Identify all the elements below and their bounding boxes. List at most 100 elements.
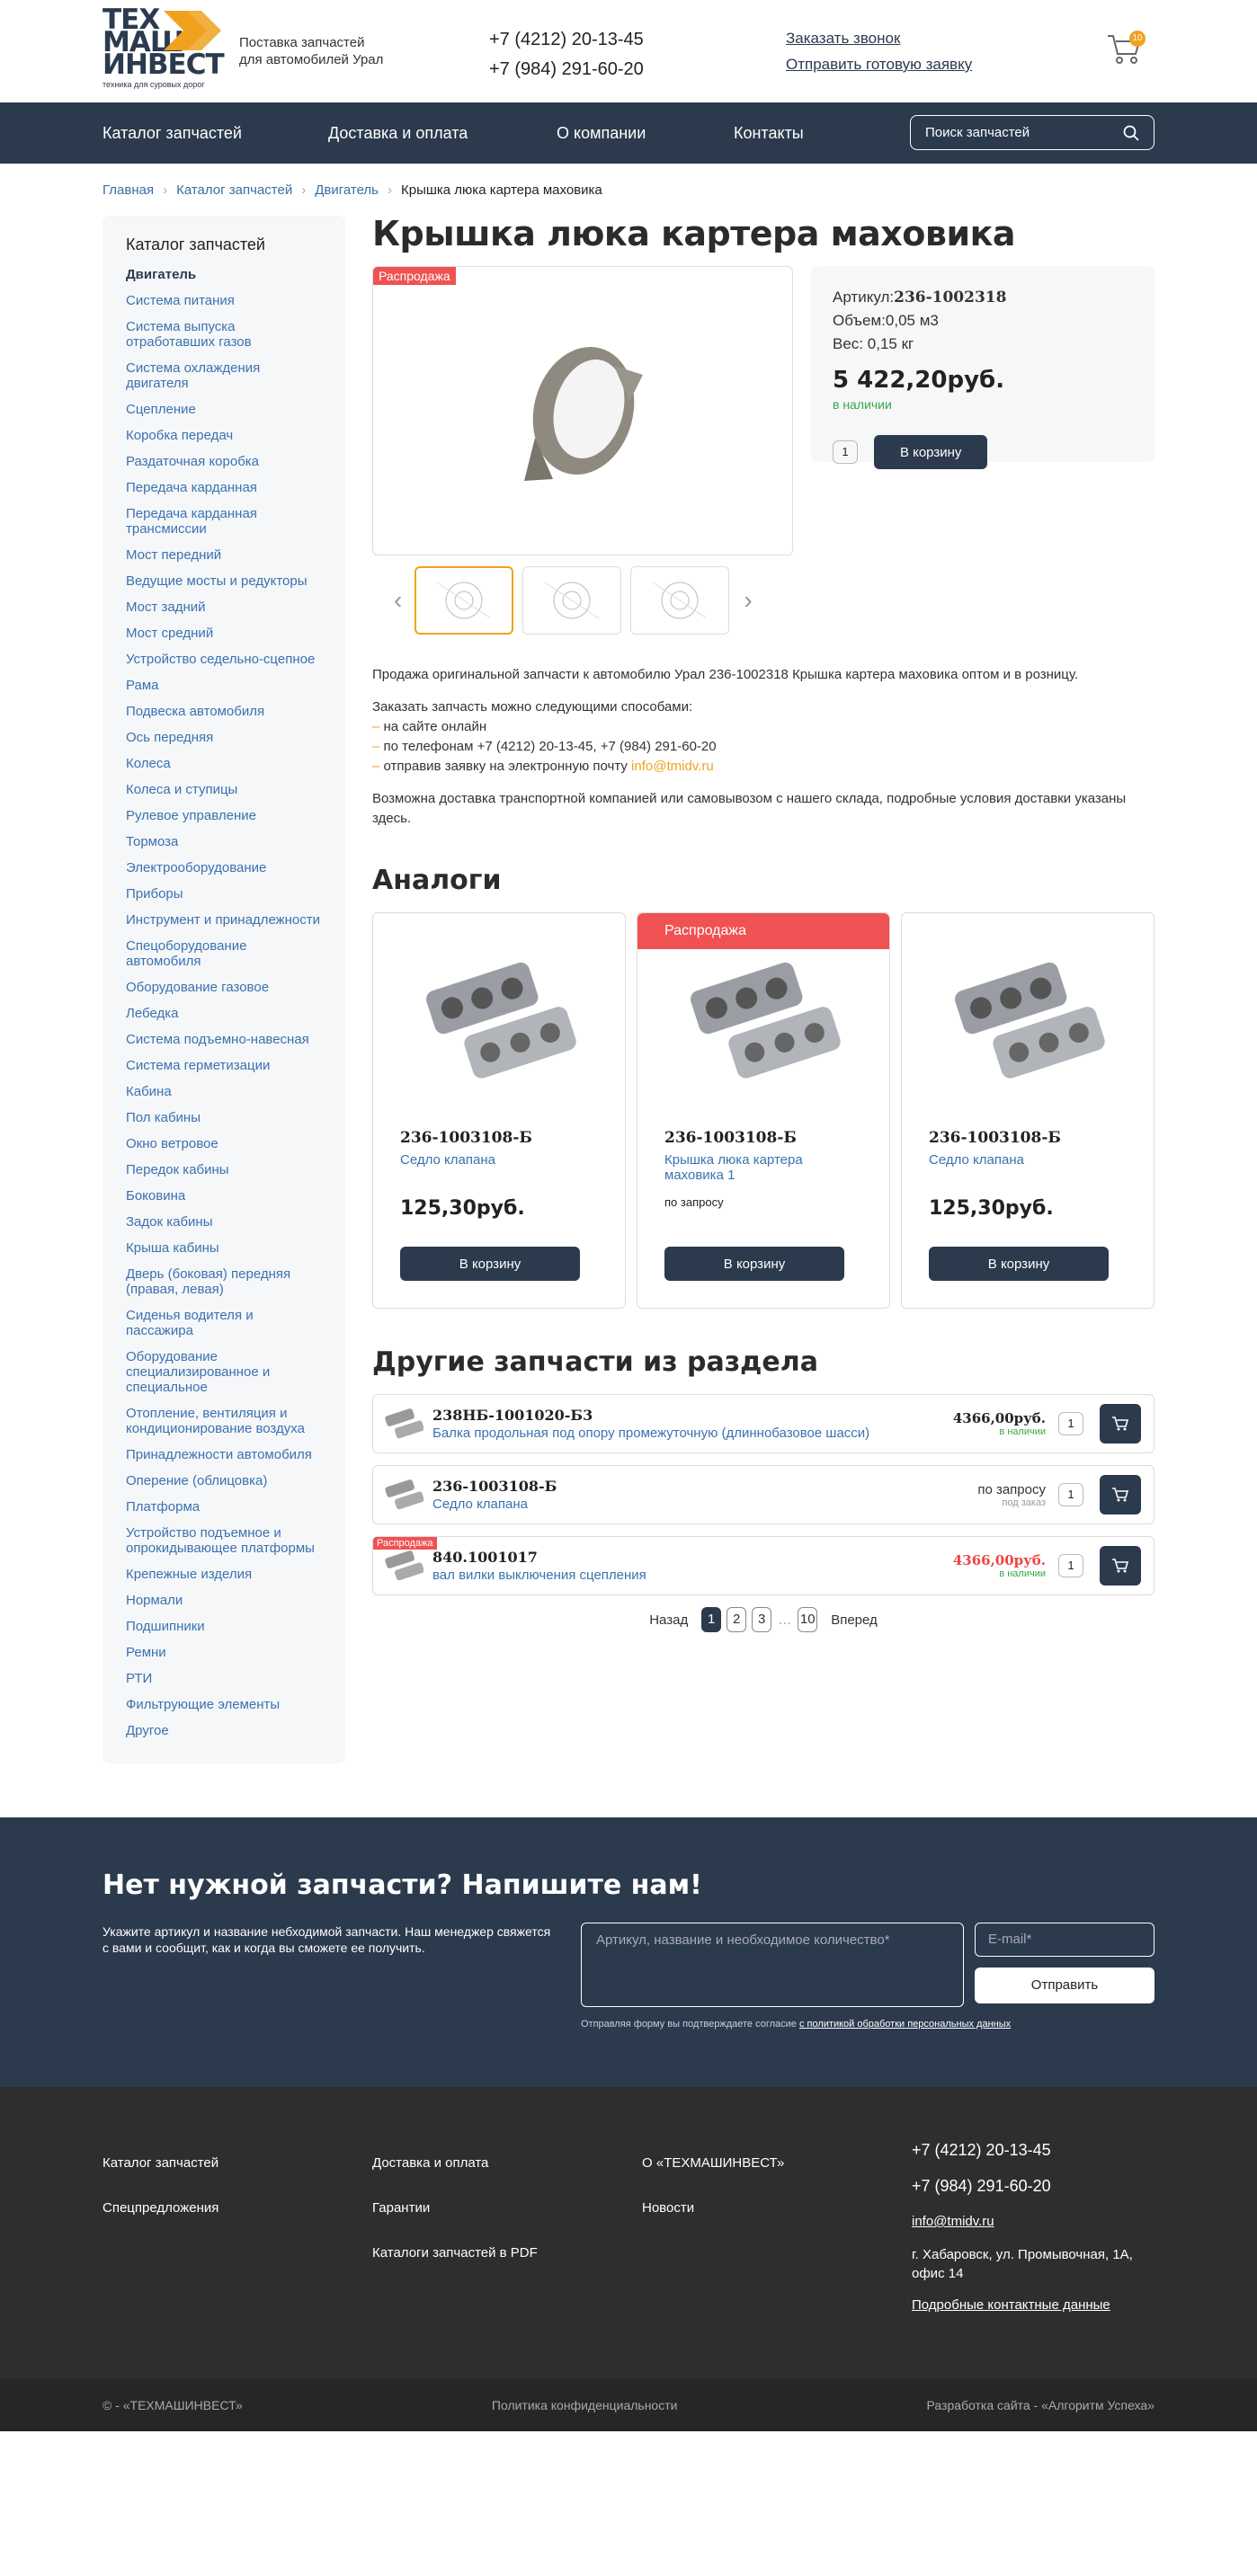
analog-card[interactable]: 236-1003108-Б Седло клапана 125,30руб. В ко…	[901, 912, 1154, 1309]
card-image[interactable]	[400, 913, 598, 1129]
pager-prev[interactable]: Назад	[649, 1612, 688, 1628]
sidebar-item[interactable]: Рама	[126, 672, 322, 698]
sidebar-item[interactable]: Крыша кабины	[126, 1235, 322, 1261]
nav-item-about[interactable]: О компании	[557, 124, 734, 143]
chevron-left-icon[interactable]: ‹	[394, 586, 402, 615]
footer-email-link[interactable]: info@tmidv.ru	[912, 2204, 1154, 2240]
search-icon[interactable]	[1123, 125, 1139, 141]
sidebar-item[interactable]: Ведущие мосты и редукторы	[126, 568, 322, 594]
item-image[interactable]	[384, 1404, 423, 1443]
thumbnail[interactable]	[630, 566, 730, 635]
email-field[interactable]: E-mail*	[975, 1923, 1154, 1957]
sidebar-item[interactable]: Задок кабины	[126, 1209, 322, 1235]
email-link[interactable]: info@tmidv.ru	[631, 759, 714, 774]
sidebar-item[interactable]: Мост задний	[126, 594, 322, 620]
add-to-cart-button[interactable]: В корзину	[664, 1247, 844, 1281]
sidebar-item[interactable]: Устройство седельно-сцепное	[126, 646, 322, 672]
sidebar-item[interactable]: Система питания	[126, 288, 322, 314]
sidebar-item[interactable]: Мост средний	[126, 620, 322, 646]
product-photo[interactable]: Распродажа	[372, 266, 793, 555]
footer-link[interactable]: Спецпредложения	[103, 2186, 218, 2231]
sidebar-item[interactable]: Кабина	[126, 1079, 322, 1105]
chevron-right-icon[interactable]: ›	[744, 586, 752, 615]
sidebar-item[interactable]: Подшипники	[126, 1613, 322, 1639]
pager-page[interactable]: 2	[727, 1607, 747, 1632]
nav-item-delivery[interactable]: Доставка и оплата	[328, 124, 557, 143]
card-name-link[interactable]: Седло клапана	[929, 1152, 1127, 1195]
sidebar-item[interactable]: Оборудование специализированное и специа…	[126, 1344, 322, 1400]
card-name-link[interactable]: Крышка люка картера маховика 1	[664, 1152, 862, 1195]
logo[interactable]: ТЕХ МАШ ИНВЕСТ техника для суровых дорог	[103, 6, 228, 92]
sidebar-item[interactable]: Отопление, вентиляция и кондиционировани…	[126, 1400, 322, 1442]
card-name-link[interactable]: Седло клапана	[400, 1152, 598, 1195]
sidebar-item[interactable]: Рулевое управление	[126, 803, 322, 829]
item-name-link[interactable]: Седло клапана	[432, 1497, 977, 1512]
phone-1[interactable]: +7 (4212) 20-13-45	[489, 25, 644, 55]
sidebar-item[interactable]: Электрооборудование	[126, 855, 322, 881]
sidebar-item[interactable]: Ремни	[126, 1639, 322, 1666]
sidebar-item[interactable]: Фильтрующие элементы	[126, 1692, 322, 1718]
sidebar-item[interactable]: Приборы	[126, 881, 322, 907]
pager-page[interactable]: 3	[752, 1607, 772, 1632]
sidebar-item[interactable]: Крепежные изделия	[126, 1561, 322, 1587]
pager-next[interactable]: Вперед	[831, 1612, 878, 1628]
sidebar-item[interactable]: Спецоборудование автомобиля	[126, 933, 322, 974]
item-image[interactable]	[384, 1475, 423, 1515]
footer-link[interactable]: Каталог запчастей	[103, 2141, 218, 2186]
card-image[interactable]	[929, 913, 1127, 1129]
sidebar-item[interactable]: Система подъемно-навесная	[126, 1026, 322, 1053]
analog-card[interactable]: 236-1003108-Б Седло клапана 125,30руб. В ко…	[372, 912, 626, 1309]
analog-card[interactable]: Распродажа 236-1003108-Б Крышка люка карте…	[637, 912, 890, 1309]
sidebar-item[interactable]: Тормоза	[126, 829, 322, 855]
footer-link[interactable]: Доставка и оплата	[372, 2141, 538, 2186]
quantity-stepper[interactable]: 1	[833, 440, 858, 464]
footer-phone-2[interactable]: +7 (984) 291-60-20	[912, 2168, 1154, 2204]
developer-link[interactable]: Разработка сайта - «Алгоритм Успеха»	[927, 2398, 1154, 2412]
footer-link[interactable]: Гарантии	[372, 2186, 538, 2231]
sidebar-item[interactable]: Принадлежности автомобиля	[126, 1442, 322, 1468]
sidebar-item[interactable]: Оперение (облицовка)	[126, 1468, 322, 1494]
quantity-stepper[interactable]: 1	[1058, 1483, 1083, 1506]
breadcrumb-home[interactable]: Главная	[103, 182, 154, 198]
nav-item-contacts[interactable]: Контакты	[734, 124, 913, 143]
pager-page[interactable]: 10	[798, 1607, 818, 1632]
sidebar-item[interactable]: Сиденья водителя и пассажира	[126, 1302, 322, 1344]
sidebar-item[interactable]: Лебедка	[126, 1000, 322, 1026]
sidebar-item[interactable]: Двигатель	[126, 262, 322, 288]
footer-contacts-link[interactable]: Подробные контактные данные	[912, 2297, 1154, 2313]
request-textarea[interactable]: Артикул, название и необходимое количест…	[581, 1923, 964, 2007]
sidebar-item[interactable]: Платформа	[126, 1494, 322, 1520]
sidebar-item[interactable]: Пол кабины	[126, 1105, 322, 1131]
footer-link[interactable]: Новости	[642, 2186, 784, 2231]
add-to-cart-button[interactable]: В корзину	[929, 1247, 1109, 1281]
sidebar-item[interactable]: Колеса	[126, 751, 322, 777]
quantity-stepper[interactable]: 1	[1058, 1412, 1083, 1435]
sidebar-item[interactable]: Система выпуска отработавших газов	[126, 314, 322, 355]
cart-button[interactable]: 10	[1106, 31, 1146, 67]
privacy-policy-link[interactable]: с политикой обработки персональных данны…	[799, 2019, 1011, 2030]
sidebar-item[interactable]: Другое	[126, 1718, 322, 1744]
sidebar-item[interactable]: Передача карданная	[126, 475, 322, 501]
nav-item-catalog[interactable]: Каталог запчастей	[103, 124, 328, 143]
sidebar-item[interactable]: Сцепление	[126, 396, 322, 422]
sidebar-item[interactable]: РТИ	[126, 1666, 322, 1692]
search-input[interactable]: Поиск запчастей	[910, 115, 1154, 150]
sidebar-item[interactable]: Боковина	[126, 1183, 322, 1209]
privacy-link[interactable]: Политика конфиденциальности	[492, 2398, 678, 2412]
add-to-cart-button[interactable]	[1100, 1404, 1141, 1443]
sidebar-item[interactable]: Колеса и ступицы	[126, 777, 322, 803]
add-to-cart-button[interactable]	[1100, 1546, 1141, 1586]
breadcrumb-catalog[interactable]: Каталог запчастей	[176, 182, 292, 198]
add-to-cart-button[interactable]	[1100, 1475, 1141, 1515]
thumbnail[interactable]	[415, 566, 514, 635]
sidebar-item[interactable]: Система герметизации	[126, 1053, 322, 1079]
breadcrumb-engine[interactable]: Двигатель	[315, 182, 379, 198]
sidebar-item[interactable]: Нормали	[126, 1587, 322, 1613]
add-to-cart-button[interactable]: В корзину	[874, 435, 988, 469]
pager-page[interactable]: 1	[701, 1607, 722, 1632]
sidebar-item[interactable]: Коробка передач	[126, 422, 322, 449]
callback-link[interactable]: Заказать звонок	[786, 25, 972, 51]
quantity-stepper[interactable]: 1	[1058, 1554, 1083, 1577]
sidebar-item[interactable]: Оборудование газовое	[126, 974, 322, 1000]
footer-phone-1[interactable]: +7 (4212) 20-13-45	[912, 2132, 1154, 2168]
